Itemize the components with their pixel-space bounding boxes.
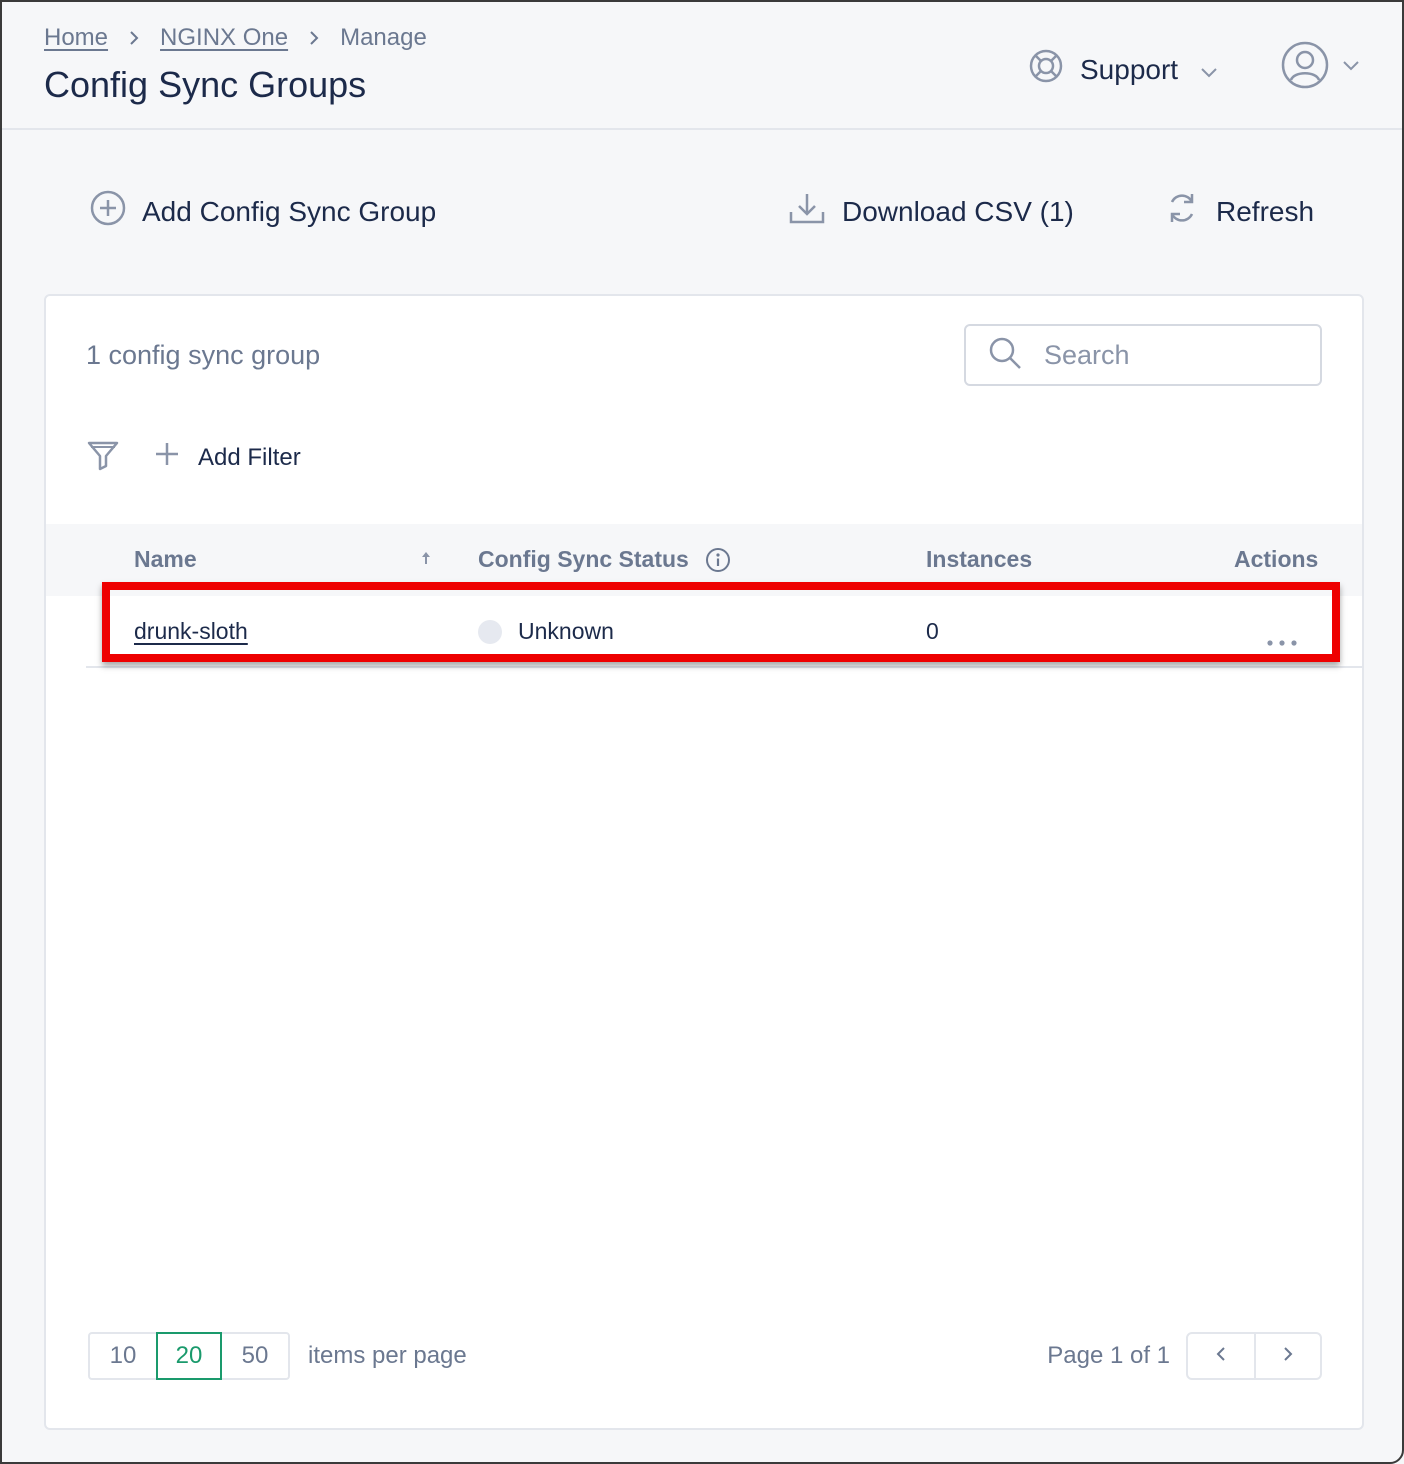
chevron-down-icon — [1200, 54, 1218, 86]
column-header-actions: Actions — [1234, 546, 1318, 573]
chevron-right-icon — [308, 28, 320, 48]
instances-count: 0 — [926, 618, 939, 644]
per-page-selector: 10 20 50 — [88, 1332, 290, 1380]
column-header-name[interactable]: Name — [134, 546, 197, 573]
download-csv-button[interactable]: Download CSV (1) — [788, 190, 1074, 233]
items-per-page: 10 20 50 items per page — [88, 1332, 467, 1380]
chevron-left-icon — [1215, 1345, 1227, 1368]
info-icon[interactable] — [705, 547, 731, 573]
cell-instances: 0 — [926, 618, 939, 645]
filter-icon[interactable] — [86, 438, 120, 477]
add-filter-button[interactable]: Add Filter — [154, 441, 301, 474]
column-header-instances[interactable]: Instances — [926, 546, 1032, 573]
next-page-button[interactable] — [1254, 1334, 1320, 1378]
prev-page-button[interactable] — [1188, 1334, 1254, 1378]
support-label: Support — [1080, 53, 1179, 85]
column-instances-label: Instances — [926, 546, 1033, 572]
page-header: Home NGINX One Manage Config Sync Groups — [2, 2, 1402, 130]
pager: Page 1 of 1 — [1047, 1332, 1322, 1380]
column-header-status[interactable]: Config Sync Status — [478, 546, 731, 573]
pager-buttons — [1186, 1332, 1322, 1380]
per-page-50[interactable]: 50 — [222, 1334, 288, 1378]
per-page-label: items per page — [308, 1342, 467, 1369]
chevron-right-icon — [1282, 1345, 1294, 1368]
more-horizontal-icon — [1266, 626, 1298, 653]
sort-ascending-icon[interactable] — [420, 550, 432, 566]
refresh-label: Refresh — [1216, 195, 1315, 227]
support-menu[interactable]: Support — [1028, 48, 1218, 91]
breadcrumb-home[interactable]: Home — [44, 24, 108, 52]
status-dot-icon — [478, 619, 502, 644]
page-title: Config Sync Groups — [44, 64, 367, 105]
add-config-sync-group-button[interactable]: Add Config Sync Group — [90, 190, 436, 233]
search-icon — [988, 336, 1022, 375]
refresh-icon — [1164, 190, 1200, 233]
column-name-label: Name — [134, 546, 197, 572]
groups-table-card: 1 config sync group Search Add Filter Na… — [44, 294, 1364, 1430]
group-name-link[interactable]: drunk-sloth — [134, 618, 248, 645]
search-input[interactable]: Search — [1044, 340, 1130, 371]
status-text: Unknown — [518, 618, 614, 644]
plus-icon — [154, 441, 180, 474]
add-filter-label: Add Filter — [198, 443, 301, 471]
filter-row: Add Filter — [86, 438, 301, 477]
app-frame: Home NGINX One Manage Config Sync Groups — [0, 0, 1404, 1464]
column-actions-label: Actions — [1234, 546, 1319, 572]
lifebuoy-icon — [1028, 48, 1064, 91]
per-page-10[interactable]: 10 — [90, 1334, 156, 1378]
page-indicator: Page 1 of 1 — [1047, 1342, 1170, 1369]
download-icon — [788, 190, 826, 233]
download-csv-label: Download CSV (1) — [842, 195, 1074, 227]
search-box[interactable]: Search — [964, 324, 1322, 386]
row-actions-menu[interactable] — [1266, 626, 1298, 653]
plus-circle-icon — [90, 190, 126, 233]
chevron-down-icon — [1342, 59, 1360, 77]
breadcrumb-nginx-one[interactable]: NGINX One — [160, 24, 288, 52]
refresh-button[interactable]: Refresh — [1164, 190, 1314, 233]
cell-name: drunk-sloth — [134, 618, 248, 645]
table-header: Name Config Sync Status Instances Action… — [46, 524, 1362, 596]
avatar-icon — [1280, 40, 1330, 95]
cell-status: Unknown — [478, 618, 614, 645]
column-status-label: Config Sync Status — [478, 546, 689, 572]
group-count: 1 config sync group — [86, 340, 321, 370]
breadcrumb: Home NGINX One Manage — [44, 24, 427, 52]
per-page-20[interactable]: 20 — [156, 1332, 222, 1380]
add-config-sync-group-label: Add Config Sync Group — [142, 195, 437, 227]
breadcrumb-manage: Manage — [340, 24, 427, 51]
user-menu[interactable] — [1280, 40, 1360, 95]
table-row[interactable]: drunk-sloth Unknown 0 — [86, 596, 1364, 668]
chevron-right-icon — [128, 28, 140, 48]
